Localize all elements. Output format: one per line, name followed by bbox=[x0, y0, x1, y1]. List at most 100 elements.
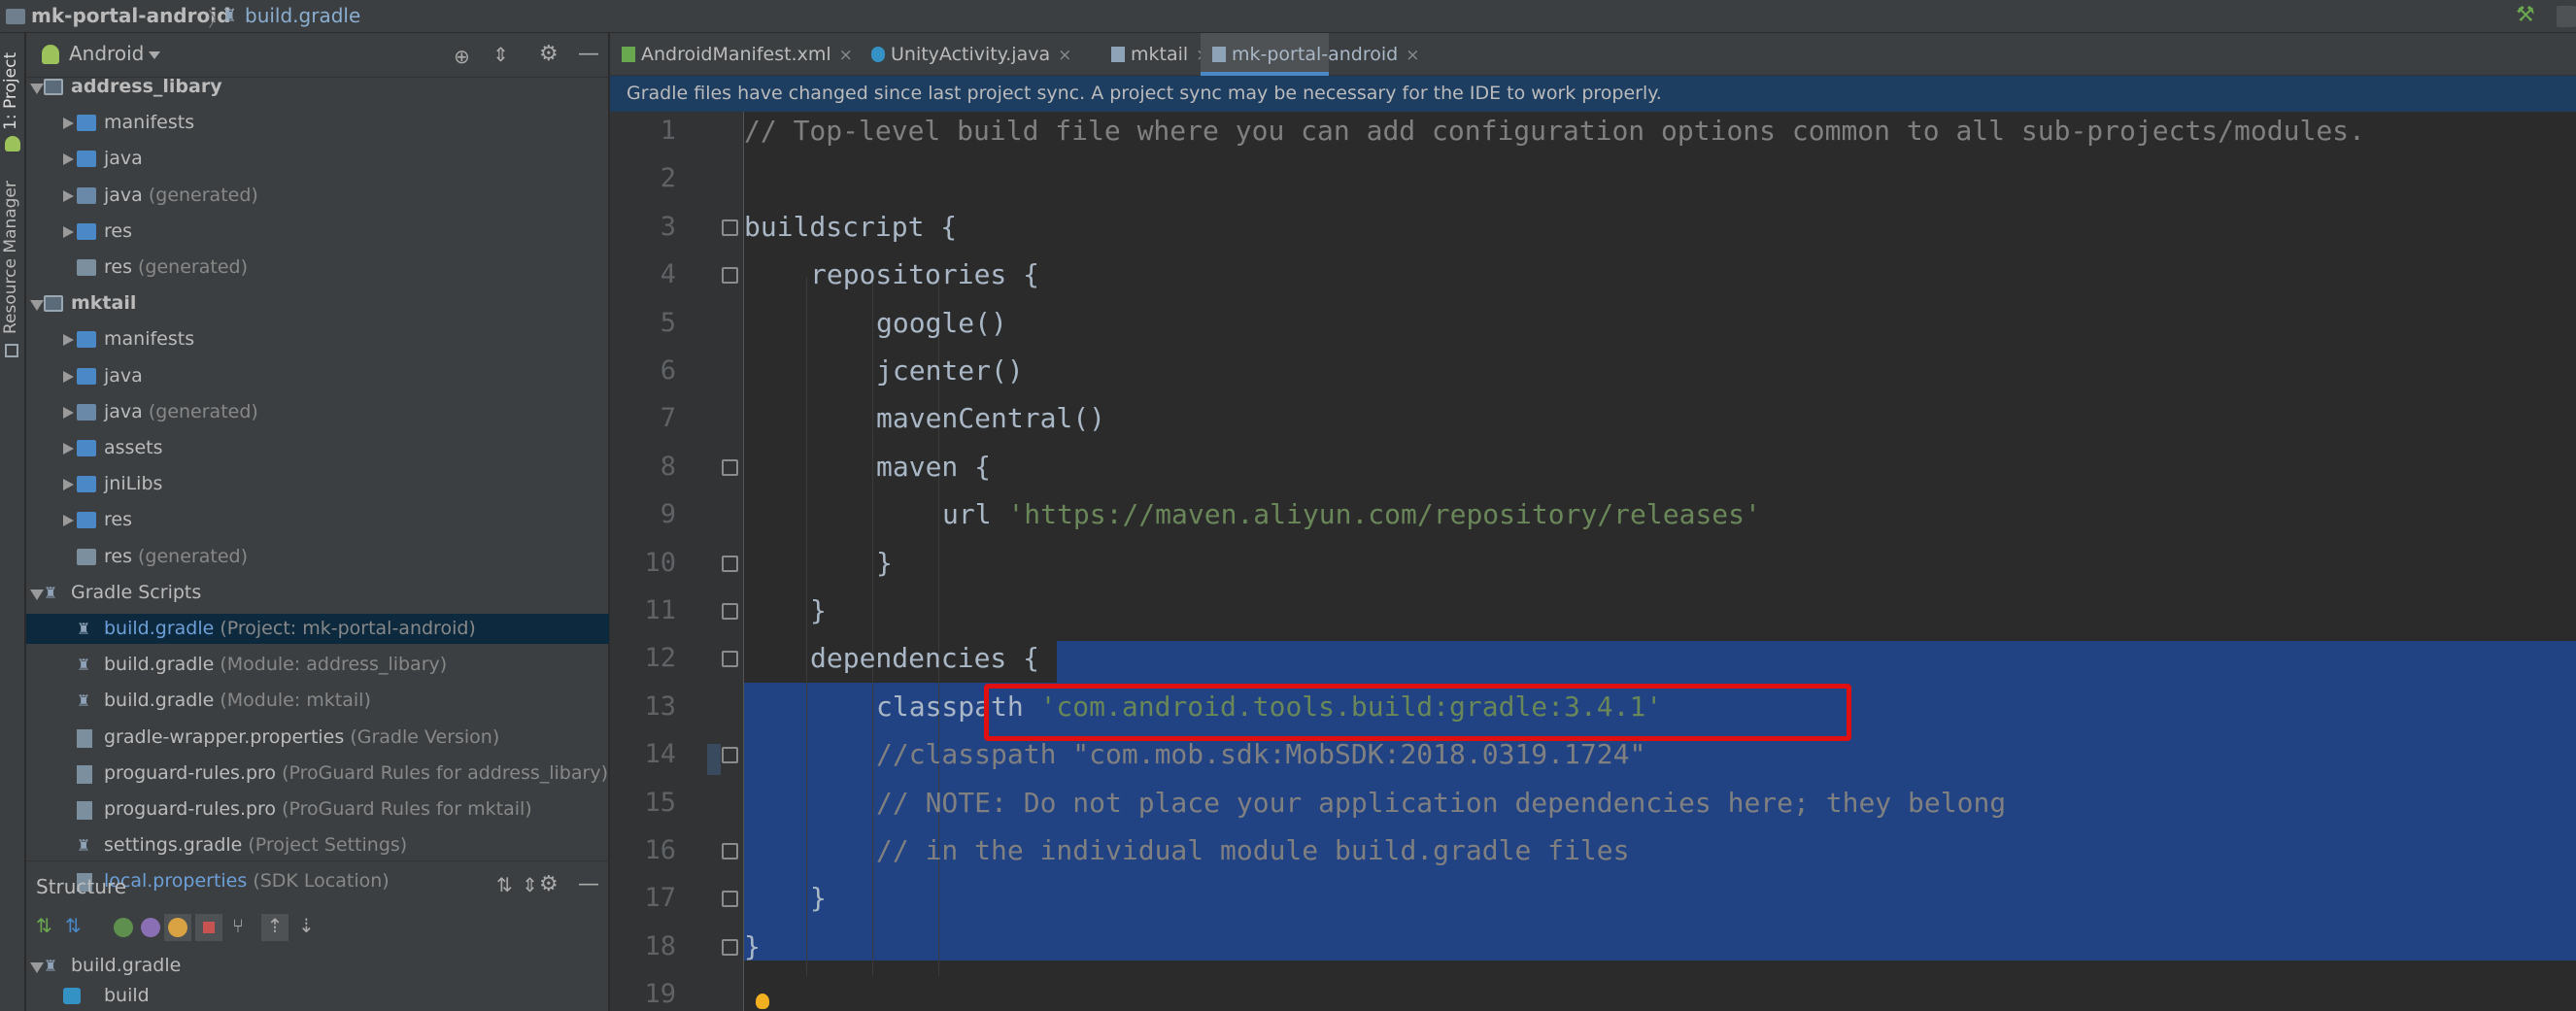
show-non-public-icon[interactable] bbox=[195, 914, 222, 941]
tree-item[interactable]: res bbox=[26, 217, 609, 247]
code-line: } bbox=[744, 923, 761, 971]
tree-item[interactable]: res bbox=[26, 505, 609, 535]
tree-item-hint: (ProGuard Rules for address_libary) bbox=[276, 761, 608, 784]
expand-arrow-icon[interactable] bbox=[30, 84, 44, 94]
line-number: 1 bbox=[660, 116, 676, 146]
collapse-arrow-icon[interactable] bbox=[63, 515, 74, 527]
selection-highlight bbox=[744, 112, 2576, 1011]
tree-item[interactable]: ♜ build.gradle (Module: address_libary) bbox=[26, 650, 609, 680]
locate-icon[interactable]: ⊕ bbox=[454, 45, 470, 68]
editor-tab[interactable]: AndroidManifest.xml × bbox=[610, 33, 857, 76]
tree-item[interactable]: ♜ Gradle Scripts bbox=[26, 578, 609, 608]
module-icon bbox=[44, 295, 63, 313]
collapse-all-icon[interactable]: ⇕ bbox=[522, 873, 538, 896]
tree-item[interactable]: ♜ build.gradle (Project: mk-portal-androi… bbox=[26, 614, 609, 644]
collapse-arrow-icon[interactable] bbox=[63, 406, 74, 419]
collapse-arrow-icon[interactable] bbox=[63, 334, 74, 347]
editor-tab-label: mktail bbox=[1131, 44, 1189, 65]
fold-marker-icon[interactable] bbox=[722, 267, 738, 285]
expand-all-icon[interactable]: ⇅ bbox=[496, 873, 513, 896]
tab-project[interactable]: 1: Project bbox=[1, 52, 20, 130]
fold-marker-icon[interactable] bbox=[722, 891, 738, 908]
tree-item[interactable]: java (generated) bbox=[26, 397, 609, 427]
structure-item[interactable]: build bbox=[26, 981, 609, 1011]
fold-marker-icon[interactable] bbox=[722, 651, 738, 668]
tree-item[interactable]: res (generated) bbox=[26, 253, 609, 283]
tree-item[interactable]: manifests bbox=[26, 108, 609, 138]
chevron-down-icon[interactable] bbox=[149, 51, 160, 59]
tree-item[interactable]: jniLibs bbox=[26, 469, 609, 499]
tree-item[interactable]: java bbox=[26, 144, 609, 174]
autoscroll-to-source-icon[interactable]: ⇡ bbox=[261, 914, 288, 941]
collapse-arrow-icon[interactable] bbox=[63, 118, 74, 130]
tree-item-label: build.gradle (Module: address_libary) bbox=[104, 654, 448, 676]
collapse-arrow-icon[interactable] bbox=[63, 153, 74, 166]
tree-item[interactable]: proguard-rules.pro (ProGuard Rules for a… bbox=[26, 758, 609, 789]
expand-arrow-icon[interactable] bbox=[30, 589, 44, 600]
tree-item[interactable]: ♜ settings.gradle (Project Settings) bbox=[26, 830, 609, 860]
fold-marker-icon[interactable] bbox=[722, 603, 738, 620]
show-fields-toggle-icon[interactable] bbox=[164, 914, 191, 941]
intention-bulb-icon[interactable] bbox=[756, 994, 769, 1009]
show-fields-icon[interactable] bbox=[114, 918, 133, 937]
collapse-arrow-icon[interactable] bbox=[63, 443, 74, 455]
close-icon[interactable]: × bbox=[1058, 46, 1071, 65]
code-area[interactable]: // Top-level build file where you can ad… bbox=[744, 112, 2576, 1011]
collapse-arrow-icon[interactable] bbox=[63, 225, 74, 238]
expand-arrow-icon[interactable] bbox=[30, 962, 44, 973]
tree-item[interactable]: proguard-rules.pro (ProGuard Rules for m… bbox=[26, 794, 609, 825]
sync-notification-text: Gradle files have changed since last pro… bbox=[627, 83, 1662, 104]
collapse-arrow-icon[interactable] bbox=[63, 189, 74, 202]
gradle-icon bbox=[1212, 47, 1226, 62]
fold-marker-icon[interactable] bbox=[722, 938, 738, 956]
tree-item[interactable]: manifests bbox=[26, 324, 609, 354]
sync-notification-banner: Gradle files have changed since last pro… bbox=[610, 76, 2576, 112]
fold-marker-icon[interactable] bbox=[722, 219, 738, 236]
gear-icon[interactable]: ⚙ bbox=[539, 42, 559, 66]
fold-marker-icon[interactable] bbox=[722, 747, 738, 764]
close-icon[interactable]: × bbox=[839, 46, 853, 65]
code-token: } bbox=[810, 882, 827, 915]
tree-item-hint: (Gradle Version) bbox=[344, 725, 500, 748]
fold-marker-icon[interactable] bbox=[722, 843, 738, 859]
build-hammer-icon[interactable]: ⚒ bbox=[2516, 3, 2535, 27]
tree-item[interactable]: assets bbox=[26, 433, 609, 463]
editor-tab[interactable]: UnityActivity.java × bbox=[860, 33, 1097, 76]
minimize-icon[interactable]: — bbox=[578, 42, 599, 66]
tree-item[interactable]: java (generated) bbox=[26, 181, 609, 211]
tab-resource-manager[interactable]: Resource Manager bbox=[1, 181, 20, 334]
view-selector[interactable]: Android bbox=[69, 42, 144, 65]
code-line: } bbox=[744, 587, 827, 635]
fold-marker-icon[interactable] bbox=[722, 555, 738, 572]
tree-item[interactable]: gradle-wrapper.properties (Gradle Versio… bbox=[26, 723, 609, 753]
sort-by-type-icon[interactable]: ⇅ bbox=[36, 914, 52, 937]
close-icon[interactable]: × bbox=[1406, 46, 1419, 65]
collapse-arrow-icon[interactable] bbox=[63, 479, 74, 491]
tree-item[interactable]: java bbox=[26, 361, 609, 391]
res-folder-icon bbox=[77, 548, 96, 565]
tree-item[interactable]: address_libary bbox=[26, 72, 609, 102]
res-folder-icon bbox=[77, 259, 96, 276]
tree-item[interactable]: res (generated) bbox=[26, 542, 609, 572]
structure-item[interactable]: ♜ build.gradle bbox=[26, 951, 609, 981]
tree-item[interactable]: ♜ build.gradle (Module: mktail) bbox=[26, 686, 609, 716]
collapse-all-icon[interactable]: ⇕ bbox=[492, 43, 509, 66]
editor-tab[interactable]: mk-portal-android × bbox=[1201, 33, 1419, 76]
show-inherited-icon[interactable]: ⑂ bbox=[232, 914, 244, 937]
breadcrumb-project[interactable]: mk-portal-android bbox=[31, 4, 230, 27]
autoscroll-from-source-icon[interactable]: ⇣ bbox=[298, 914, 315, 937]
minimize-icon[interactable]: — bbox=[578, 872, 599, 896]
show-properties-icon[interactable] bbox=[141, 918, 160, 937]
tree-item-label: mktail bbox=[71, 292, 137, 315]
gear-icon[interactable]: ⚙ bbox=[539, 872, 559, 896]
expand-arrow-icon[interactable] bbox=[30, 300, 44, 312]
tree-item[interactable]: mktail bbox=[26, 288, 609, 319]
folder-icon bbox=[77, 512, 96, 529]
run-config-icon[interactable] bbox=[2557, 6, 2576, 27]
sort-alpha-icon[interactable]: ⇅ bbox=[65, 914, 82, 937]
breadcrumb-file[interactable]: build.gradle bbox=[245, 4, 360, 27]
collapse-arrow-icon[interactable] bbox=[63, 370, 74, 383]
line-number: 2 bbox=[660, 163, 676, 194]
line-number: 16 bbox=[644, 835, 676, 865]
fold-marker-icon[interactable] bbox=[722, 458, 738, 476]
